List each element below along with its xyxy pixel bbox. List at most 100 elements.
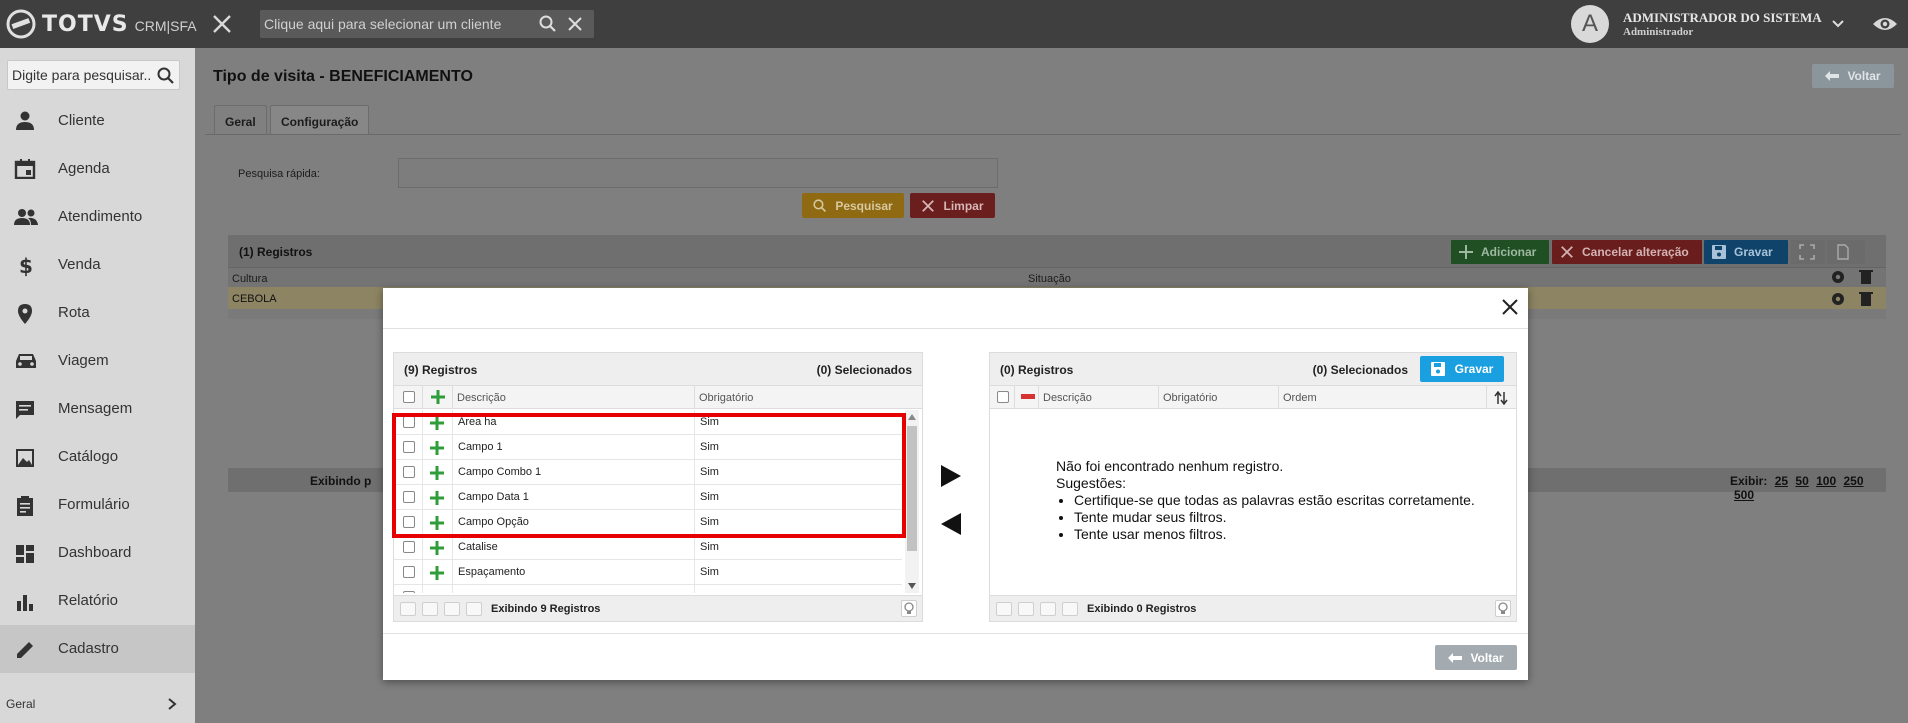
fullscreen-button[interactable] (1791, 240, 1825, 264)
sidebar-item-formulario[interactable]: Formulário (0, 481, 195, 529)
sidebar-item-mensagem[interactable]: Mensagem (0, 385, 195, 433)
cancel-changes-button[interactable]: Cancelar alteração (1552, 240, 1702, 264)
table-row[interactable]: Espaçamento Sim (394, 560, 902, 585)
page-size-option[interactable]: 250 (1843, 474, 1863, 488)
close-menu-icon[interactable] (212, 14, 232, 34)
sidebar-item-viagem[interactable]: Viagem (0, 337, 195, 385)
tab-geral[interactable]: Geral (214, 105, 267, 135)
last-page-button[interactable] (1062, 602, 1078, 616)
column-header-descricao[interactable]: Descrição (1038, 386, 1158, 408)
column-header-ordem[interactable]: Ordem (1278, 386, 1398, 408)
table-row[interactable]: Catalise Sim (394, 535, 902, 560)
search-icon[interactable] (157, 67, 175, 85)
sidebar-item-dashboard[interactable]: Dashboard (0, 529, 195, 577)
gear-icon[interactable] (1832, 293, 1844, 305)
sidebar-item-relatorio[interactable]: Relatório (0, 577, 195, 625)
sidebar-item-cadastro[interactable]: Cadastro (0, 625, 195, 673)
sidebar-item-catalogo[interactable]: Catálogo (0, 433, 195, 481)
next-page-button[interactable] (1040, 602, 1056, 616)
move-right-icon[interactable] (939, 464, 963, 488)
fields-scrollbar[interactable] (905, 410, 919, 593)
trash-icon[interactable] (1859, 292, 1873, 306)
search-button[interactable]: Pesquisar (802, 193, 904, 218)
scrollbar-thumb[interactable] (907, 426, 917, 551)
column-header[interactable]: Situação (1028, 273, 1071, 285)
page-size-option[interactable]: 50 (1795, 474, 1808, 488)
table-row[interactable]: Campo Opção Sim (394, 510, 902, 535)
first-page-button[interactable] (400, 602, 416, 616)
table-row[interactable]: Area ha Sim (394, 410, 902, 435)
row-checkbox[interactable] (403, 416, 415, 428)
select-all-checkbox[interactable] (403, 391, 415, 403)
column-header-obrigatorio[interactable]: Obrigatório (694, 386, 904, 408)
sidebar-search[interactable] (7, 60, 180, 90)
row-checkbox[interactable] (403, 566, 415, 578)
add-button[interactable]: Adicionar (1451, 240, 1549, 264)
plus-icon[interactable] (430, 541, 444, 555)
sidebar-item-atendimento[interactable]: Atendimento (0, 193, 195, 241)
row-checkbox[interactable] (403, 591, 415, 593)
sidebar-item-cliente[interactable]: Cliente (0, 97, 195, 145)
select-all-checkbox[interactable] (997, 391, 1009, 403)
row-checkbox[interactable] (403, 491, 415, 503)
lightbulb-icon[interactable] (901, 600, 917, 617)
page-size-option[interactable]: 500 (1734, 488, 1754, 502)
back-button[interactable]: Voltar (1435, 645, 1517, 670)
save-selected-button[interactable]: Gravar (1420, 356, 1504, 382)
tab-configuracao[interactable]: Configuração (270, 105, 370, 135)
export-button[interactable] (1827, 240, 1865, 264)
sidebar-item-agenda[interactable]: Agenda (0, 145, 195, 193)
table-row[interactable] (394, 585, 902, 593)
next-page-button[interactable] (444, 602, 460, 616)
plus-icon[interactable] (430, 516, 444, 530)
user-avatar[interactable]: A (1571, 5, 1609, 43)
column-header-obrigatorio[interactable]: Obrigatório (1158, 386, 1278, 408)
sidebar-footer-geral[interactable]: Geral (0, 686, 195, 723)
user-name[interactable]: ADMINISTRADOR DO SISTEMA (1623, 10, 1822, 26)
quick-search-input[interactable] (398, 158, 998, 188)
row-checkbox[interactable] (403, 441, 415, 453)
sidebar-item-venda[interactable]: $ Venda (0, 241, 195, 289)
client-selector[interactable] (260, 10, 594, 38)
totvs-logo[interactable]: TOTVS CRM|SFA (6, 9, 197, 39)
page-size-option[interactable]: 100 (1816, 474, 1836, 488)
plus-icon[interactable] (430, 491, 444, 505)
move-left-icon[interactable] (939, 512, 963, 536)
clear-button[interactable]: Limpar (910, 193, 995, 218)
row-checkbox[interactable] (403, 466, 415, 478)
first-page-button[interactable] (996, 602, 1012, 616)
column-header[interactable]: Cultura (232, 273, 267, 285)
table-row[interactable]: Campo Combo 1 Sim (394, 460, 902, 485)
prev-page-button[interactable] (1018, 602, 1034, 616)
column-header-descricao[interactable]: Descrição (452, 386, 694, 408)
last-page-button[interactable] (466, 602, 482, 616)
scroll-down-icon[interactable] (908, 583, 916, 589)
back-button-top[interactable]: Voltar (1812, 64, 1894, 88)
save-button[interactable]: Gravar (1704, 240, 1788, 264)
table-row[interactable]: Campo Data 1 Sim (394, 485, 902, 510)
gear-icon[interactable] (1832, 271, 1844, 283)
sidebar-search-input[interactable] (12, 67, 152, 83)
prev-page-button[interactable] (422, 602, 438, 616)
plus-icon[interactable] (430, 441, 444, 455)
row-checkbox[interactable] (403, 516, 415, 528)
add-all-column[interactable] (422, 386, 452, 408)
eye-icon[interactable] (1872, 14, 1898, 34)
plus-icon[interactable] (430, 566, 444, 580)
trash-icon[interactable] (1859, 270, 1873, 284)
table-row[interactable]: Campo 1 Sim (394, 435, 902, 460)
remove-all-column[interactable] (1014, 386, 1038, 408)
page-size-option[interactable]: 25 (1775, 474, 1788, 488)
plus-icon[interactable] (430, 416, 444, 430)
lightbulb-icon[interactable] (1495, 600, 1511, 617)
chevron-right-icon[interactable] (165, 697, 179, 711)
search-icon[interactable] (539, 15, 557, 33)
sort-column[interactable] (1486, 386, 1516, 408)
clear-client-icon[interactable] (567, 16, 583, 32)
scroll-up-icon[interactable] (908, 414, 916, 420)
sidebar-item-rota[interactable]: Rota (0, 289, 195, 337)
row-checkbox[interactable] (403, 541, 415, 553)
client-search-input[interactable] (264, 14, 524, 34)
plus-icon[interactable] (430, 466, 444, 480)
chevron-down-icon[interactable] (1830, 16, 1846, 32)
